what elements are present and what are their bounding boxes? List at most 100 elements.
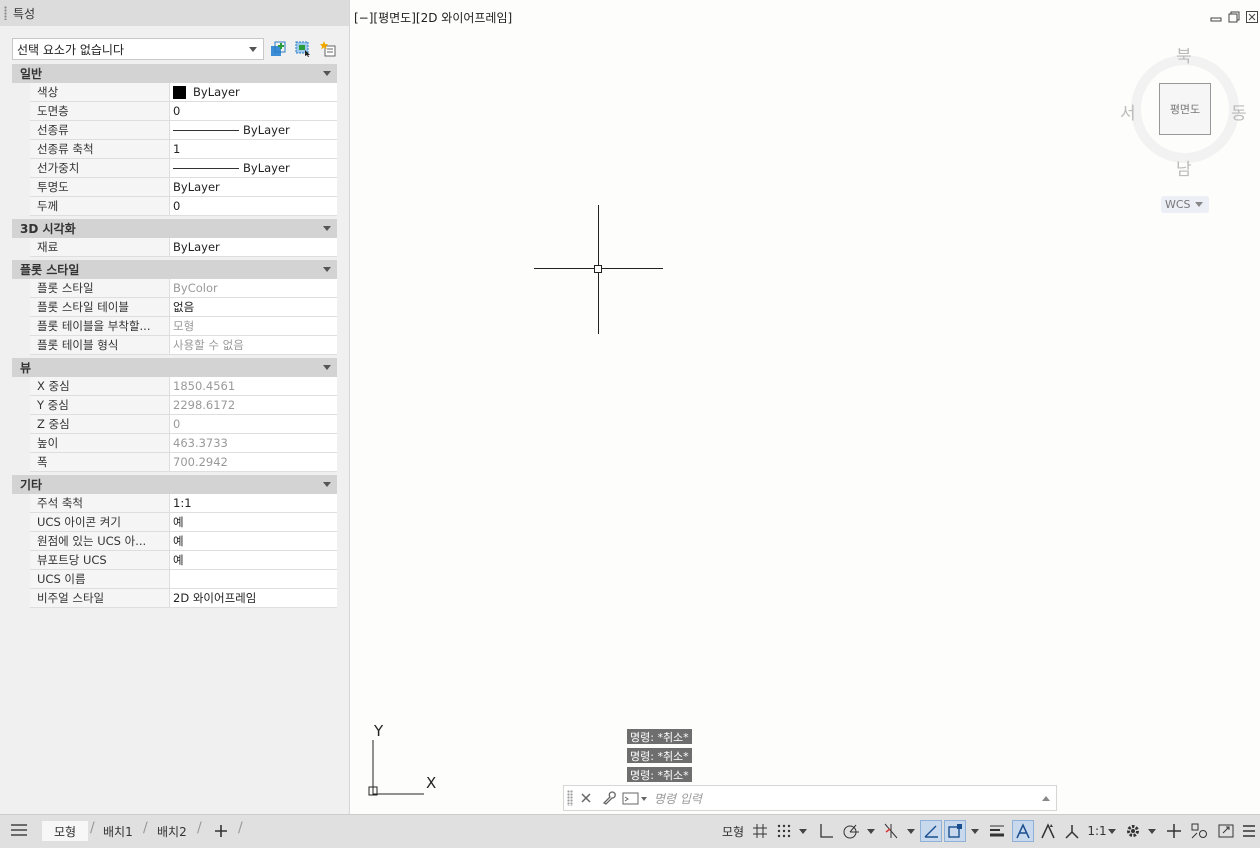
property-value[interactable]: 예: [170, 532, 337, 551]
property-row[interactable]: 투명도 ByLayer: [12, 178, 337, 197]
customization-menu-button[interactable]: [1240, 820, 1258, 842]
property-value[interactable]: 0: [170, 197, 337, 216]
property-row[interactable]: 두께 0: [12, 197, 337, 216]
collapse-chevron-icon[interactable]: [323, 226, 331, 231]
tab-model[interactable]: 모형: [42, 821, 89, 841]
isolate-objects-button[interactable]: [1188, 820, 1210, 842]
add-layout-button[interactable]: [210, 820, 232, 842]
property-value[interactable]: ByLayer: [170, 121, 337, 140]
scale-dropdown[interactable]: [1106, 820, 1118, 842]
viewcube-face-top[interactable]: 평면도: [1159, 83, 1211, 135]
palette-grip-icon[interactable]: [4, 6, 7, 20]
tab-layout1[interactable]: 배치1: [103, 821, 133, 841]
isodraft-button[interactable]: [880, 820, 902, 842]
property-row[interactable]: Z 중심 0: [12, 415, 337, 434]
collapse-chevron-icon[interactable]: [323, 365, 331, 370]
polar-dropdown[interactable]: [865, 820, 877, 842]
property-row[interactable]: X 중심 1850.4561: [12, 377, 337, 396]
property-value[interactable]: 예: [170, 513, 337, 532]
workspace-switching-button[interactable]: [1122, 820, 1144, 842]
object-snap-tracking-button[interactable]: [920, 820, 942, 842]
chevron-up-icon[interactable]: [1042, 795, 1050, 801]
selection-dropdown[interactable]: 선택 요소가 없습니다: [12, 38, 264, 60]
lineweight-button[interactable]: [986, 820, 1008, 842]
collapse-chevron-icon[interactable]: [323, 267, 331, 272]
quick-select-button[interactable]: [317, 38, 339, 60]
property-row[interactable]: 플롯 스타일 테이블 없음: [12, 298, 337, 317]
property-value[interactable]: ByLayer: [170, 178, 337, 197]
properties-palette: 특성 선택 요소가 없습니다 일반 색상 ByLayer 도면층 0 선종류 ByLayer…: [0, 0, 350, 814]
property-row[interactable]: 선종류 ByLayer: [12, 121, 337, 140]
property-row[interactable]: 선종류 축척 1: [12, 140, 337, 159]
collapse-chevron-icon[interactable]: [323, 71, 331, 76]
command-input[interactable]: 명령 입력: [648, 790, 1042, 807]
compass-west[interactable]: 서: [1120, 99, 1136, 124]
compass-east[interactable]: 동: [1231, 99, 1247, 124]
property-row[interactable]: 높이 463.3733: [12, 434, 337, 453]
grid-button[interactable]: [750, 820, 770, 842]
property-row[interactable]: 폭 700.2942: [12, 453, 337, 472]
property-row[interactable]: 비주얼 스타일 2D 와이어프레임: [12, 589, 337, 608]
property-row[interactable]: 뷰포트당 UCS 예: [12, 551, 337, 570]
recent-commands-button[interactable]: [622, 788, 648, 808]
osnap-dropdown[interactable]: [969, 820, 981, 842]
viewport-controls-label[interactable]: [−][평면도][2D 와이어프레임]: [354, 9, 512, 26]
coordinates-button[interactable]: [1163, 820, 1185, 842]
compass-north[interactable]: 북: [1176, 42, 1192, 67]
property-value[interactable]: 없음: [170, 298, 337, 317]
annotation-visibility-button[interactable]: [1012, 820, 1034, 842]
minimize-button[interactable]: [1210, 11, 1222, 23]
compass-south[interactable]: 남: [1176, 155, 1192, 180]
property-row[interactable]: 색상 ByLayer: [12, 83, 337, 102]
section-header[interactable]: 3D 시각화: [12, 219, 337, 238]
property-value[interactable]: ByLayer: [170, 83, 337, 102]
isodraft-dropdown[interactable]: [905, 820, 917, 842]
property-row[interactable]: 플롯 테이블을 부착할... 모형: [12, 317, 337, 336]
close-button[interactable]: [1246, 11, 1258, 23]
property-value[interactable]: 1: [170, 140, 337, 159]
collapse-chevron-icon[interactable]: [323, 482, 331, 487]
property-row[interactable]: Y 중심 2298.6172: [12, 396, 337, 415]
property-row[interactable]: 플롯 스타일 ByColor: [12, 279, 337, 298]
model-space-button[interactable]: 모형: [720, 820, 746, 842]
property-row[interactable]: 플롯 테이블 형식 사용할 수 없음: [12, 336, 337, 355]
property-value[interactable]: 2D 와이어프레임: [170, 589, 337, 608]
annotation-scale-button[interactable]: [1061, 820, 1083, 842]
ortho-button[interactable]: [815, 820, 837, 842]
hamburger-menu-icon[interactable]: [10, 823, 28, 837]
close-command-line-button[interactable]: [576, 788, 596, 808]
property-value[interactable]: 0: [170, 102, 337, 121]
property-row[interactable]: 원점에 있는 UCS 아... 예: [12, 532, 337, 551]
select-objects-button[interactable]: [292, 38, 314, 60]
property-value[interactable]: 예: [170, 551, 337, 570]
property-value[interactable]: 1:1: [170, 494, 337, 513]
property-value[interactable]: [170, 570, 337, 589]
auto-scale-button[interactable]: [1037, 820, 1059, 842]
section-header[interactable]: 일반: [12, 64, 337, 83]
palette-titlebar[interactable]: 특성: [0, 0, 349, 26]
property-row[interactable]: 주석 축척 1:1: [12, 494, 337, 513]
property-row[interactable]: UCS 이름: [12, 570, 337, 589]
wcs-menu[interactable]: WCS: [1161, 196, 1209, 213]
property-row[interactable]: 선가중치 ByLayer: [12, 159, 337, 178]
tab-layout2[interactable]: 배치2: [157, 821, 187, 841]
snap-dropdown[interactable]: [797, 820, 809, 842]
property-value[interactable]: ByLayer: [170, 238, 337, 257]
command-line-grip-icon[interactable]: [567, 790, 573, 806]
toggle-pickadd-button[interactable]: [267, 38, 289, 60]
annotation-scale-value[interactable]: 1:1: [1087, 820, 1107, 842]
section-header[interactable]: 뷰: [12, 358, 337, 377]
snap-mode-button[interactable]: [774, 820, 794, 842]
fullscreen-button[interactable]: [1215, 820, 1237, 842]
restore-button[interactable]: [1228, 11, 1240, 23]
polar-tracking-button[interactable]: [840, 820, 862, 842]
workspace-dropdown[interactable]: [1146, 820, 1158, 842]
property-row[interactable]: 도면층 0: [12, 102, 337, 121]
section-header[interactable]: 기타: [12, 475, 337, 494]
object-snap-button[interactable]: [944, 820, 966, 842]
section-header[interactable]: 플롯 스타일: [12, 260, 337, 279]
property-row[interactable]: 재료 ByLayer: [12, 238, 337, 257]
property-value[interactable]: ByLayer: [170, 159, 337, 178]
customize-button[interactable]: [599, 788, 619, 808]
property-row[interactable]: UCS 아이콘 켜기 예: [12, 513, 337, 532]
